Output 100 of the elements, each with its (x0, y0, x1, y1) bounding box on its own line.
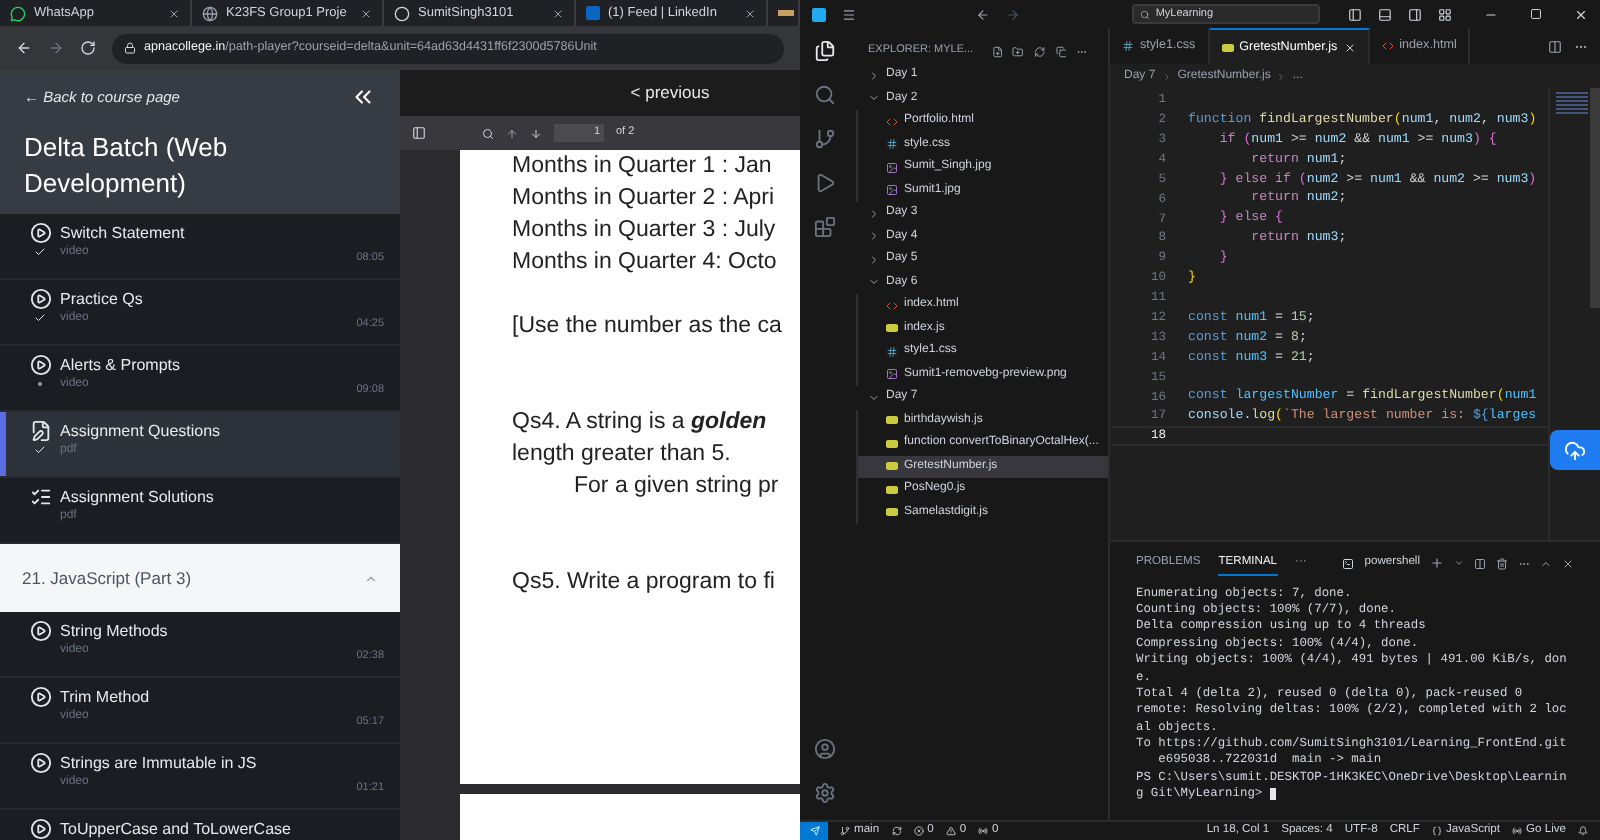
code-brackets-icon (1381, 40, 1394, 52)
tab-favicon-icon (778, 10, 794, 16)
lesson-title: Switch Statement (60, 222, 187, 244)
hash-icon (1122, 40, 1134, 52)
menu-icon[interactable] (841, 7, 856, 21)
panel-right-icon[interactable] (1408, 7, 1423, 21)
braces-icon (1431, 826, 1442, 836)
maximize-icon[interactable] (1530, 8, 1543, 20)
play-circle-icon (29, 818, 51, 840)
close-icon[interactable] (1574, 7, 1588, 21)
files-icon[interactable] (813, 40, 835, 62)
check-icon (34, 311, 46, 323)
close-icon[interactable] (1562, 557, 1574, 569)
pdf-text: Months in Quarter 2 : Apri (512, 184, 777, 214)
plus-icon[interactable] (1430, 556, 1444, 570)
edit-document-icon (29, 420, 51, 442)
hash-icon (886, 138, 898, 151)
bell-icon[interactable] (1578, 826, 1588, 836)
lesson-title: String Methods (60, 620, 170, 642)
pdf-text: Months in Quarter 3 : July (512, 216, 778, 246)
broadcast-icon (1512, 826, 1523, 836)
js-file-icon (886, 485, 898, 494)
close-icon[interactable] (1343, 41, 1356, 53)
collapse-all-icon[interactable] (1055, 45, 1067, 57)
chevron-right-icon (1161, 71, 1172, 81)
pdf-text: For a given string pr (572, 472, 781, 502)
previous-link[interactable]: < previous (630, 80, 710, 106)
chevron-up-icon[interactable] (1540, 557, 1552, 569)
cloud-upload-button[interactable] (1550, 430, 1600, 470)
forward-arrow-icon[interactable] (48, 40, 64, 56)
search-icon[interactable] (813, 84, 835, 106)
remote-button[interactable] (800, 822, 828, 840)
error-icon (913, 826, 924, 836)
lesson-title: ToUpperCase and ToLowerCase (60, 818, 293, 840)
ring-icon (394, 5, 410, 21)
new-file-icon[interactable] (991, 45, 1003, 57)
account-icon[interactable] (813, 738, 835, 760)
pdf-text: Months in Quarter 4: Octo (512, 248, 779, 278)
search-icon (1139, 9, 1150, 19)
settings-icon[interactable] (813, 782, 835, 804)
back-arrow-icon[interactable] (16, 40, 32, 56)
js-file-icon (886, 416, 898, 425)
lesson-title: Trim Method (60, 686, 152, 708)
terminal-cursor (1269, 787, 1276, 800)
play-circle-icon (29, 222, 51, 244)
lesson-title: Alerts & Prompts (60, 354, 183, 376)
selected-indicator (0, 412, 6, 476)
branch-icon[interactable] (813, 128, 835, 150)
collapse-icon[interactable] (350, 84, 376, 110)
image-file-icon (886, 161, 898, 174)
square-logo-icon (586, 6, 600, 20)
js-file-icon (886, 324, 898, 333)
back-arrow-icon[interactable] (975, 7, 990, 21)
reload-icon[interactable] (80, 40, 96, 56)
globe-icon (202, 5, 218, 21)
play-circle-icon (29, 686, 51, 708)
layout-icon[interactable] (1438, 7, 1453, 21)
sidebar-toggle-icon[interactable] (412, 126, 426, 140)
close-icon[interactable] (168, 7, 180, 19)
trash-icon[interactable] (1496, 557, 1508, 569)
close-icon[interactable] (360, 7, 372, 19)
pdf-text: length greater than 5. (512, 440, 733, 470)
chevron-up-icon (364, 571, 378, 585)
run-icon[interactable] (813, 172, 835, 194)
new-folder-icon[interactable] (1012, 45, 1024, 57)
check-icon (34, 245, 46, 257)
refresh-icon[interactable] (1033, 45, 1046, 57)
chevron-down-icon[interactable] (1454, 558, 1464, 568)
js-file-icon (886, 508, 898, 517)
scrollbar-thumb[interactable] (1590, 88, 1600, 308)
panel-left-icon[interactable] (1348, 7, 1363, 21)
remote-icon (809, 826, 819, 836)
split-icon[interactable] (1474, 557, 1486, 569)
code-brackets-icon (886, 299, 898, 312)
down-arrow-icon[interactable] (530, 127, 542, 139)
minimap-code-drawing (1556, 92, 1588, 116)
chat-bubble-icon (10, 5, 26, 21)
code-brackets-icon (886, 115, 898, 128)
split-editor-icon[interactable] (1548, 39, 1562, 53)
lesson-title: Strings are Immutable in JS (60, 752, 259, 774)
pdf-text: [Use the number as the ca (512, 312, 784, 342)
play-circle-icon (29, 288, 51, 310)
chevron-right-icon (1276, 71, 1287, 81)
pdf-text: Qs4. A string is a golden (512, 408, 769, 438)
sync-icon[interactable] (891, 826, 902, 836)
warning-icon (945, 826, 956, 836)
up-arrow-icon[interactable] (506, 127, 518, 139)
panel-bottom-icon[interactable] (1378, 7, 1393, 21)
checklist-icon (29, 486, 51, 508)
js-file-icon (1221, 43, 1234, 51)
hash-icon (886, 345, 898, 358)
close-icon[interactable] (552, 7, 564, 19)
lock-icon (124, 42, 136, 54)
close-icon[interactable] (744, 7, 756, 19)
pdf-text: Qs5. Write a program to fi (512, 568, 777, 598)
extensions-icon[interactable] (813, 216, 835, 238)
play-circle-icon (29, 752, 51, 774)
section-header[interactable]: 21. JavaScript (Part 3) (0, 544, 400, 612)
js-file-icon (886, 462, 898, 471)
editor-logo-icon (812, 7, 826, 21)
